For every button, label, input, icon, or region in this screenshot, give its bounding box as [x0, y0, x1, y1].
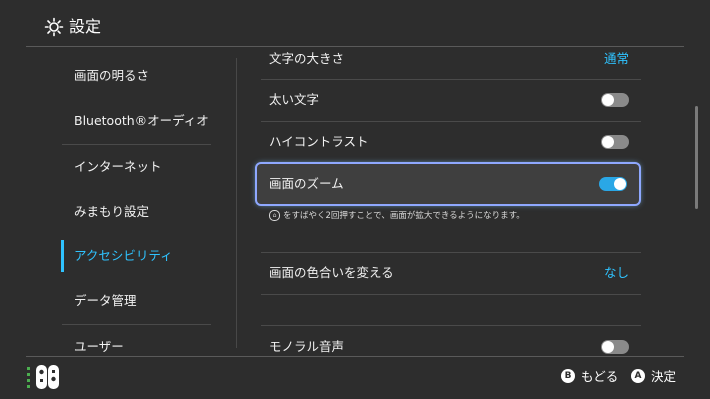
joy-con-controller-icon [27, 365, 59, 389]
sidebar-item-bluetooth-audio[interactable]: Bluetooth®オーディオ [74, 99, 214, 143]
sidebar-item-parental-controls[interactable]: みまもり設定 [74, 190, 214, 234]
sidebar-item-brightness[interactable]: 画面の明るさ [74, 54, 214, 98]
zoom-row[interactable]: 画面のズーム [257, 164, 639, 204]
color-filter-label: 画面の色合いを変える [269, 265, 394, 280]
scrollbar[interactable] [695, 106, 698, 209]
color-filter-value: なし [603, 265, 629, 280]
toggle-knob [602, 94, 614, 106]
zoom-hint-text: をすばやく2回押すことで、画面が拡大できるようになります。 [283, 211, 525, 221]
zoom-label: 画面のズーム [269, 176, 344, 191]
home-button-icon: ⌂ [269, 210, 280, 221]
mono-audio-label: モノラル音声 [269, 339, 345, 354]
color-filter-row[interactable]: 画面の色合いを変える なし [261, 253, 639, 293]
sidebar-item-data-management[interactable]: データ管理 [74, 279, 214, 323]
page-title: 設定 [69, 17, 102, 36]
gear-icon [44, 17, 64, 37]
bold-text-toggle[interactable] [601, 93, 629, 107]
bold-text-label: 太い文字 [269, 92, 320, 107]
row-divider [261, 325, 641, 326]
a-button-icon: A [631, 369, 645, 383]
b-button-icon: B [561, 369, 575, 383]
high-contrast-row[interactable]: ハイコントラスト [261, 122, 639, 162]
settings-list: 文字の大きさ 通常 太い文字 ハイコントラスト 画面のズーム ⌂ をすばやく2回押… [237, 47, 687, 356]
mono-audio-toggle[interactable] [601, 340, 629, 354]
high-contrast-toggle[interactable] [601, 135, 629, 149]
toggle-knob [602, 341, 614, 353]
toggle-knob [602, 136, 614, 148]
header: 設定 [0, 0, 710, 46]
confirm-button[interactable]: A 決定 [631, 369, 676, 385]
font-size-label: 文字の大きさ [269, 51, 345, 66]
high-contrast-label: ハイコントラスト [269, 134, 369, 149]
back-label: もどる [581, 369, 619, 384]
confirm-label: 決定 [651, 369, 677, 384]
sidebar-item-users[interactable]: ユーザー [74, 325, 214, 356]
row-divider [261, 294, 641, 295]
sidebar-active-indicator [61, 240, 64, 272]
toggle-knob [614, 178, 626, 190]
bold-text-row[interactable]: 太い文字 [261, 80, 639, 120]
zoom-hint: ⌂ をすばやく2回押すことで、画面が拡大できるようになります。 [269, 210, 525, 222]
sidebar-item-internet[interactable]: インターネット [74, 145, 214, 189]
footer-divider [26, 356, 684, 357]
zoom-toggle[interactable] [599, 177, 627, 191]
back-button[interactable]: B もどる [561, 369, 618, 385]
font-size-value: 通常 [603, 51, 629, 66]
sidebar-item-accessibility[interactable]: アクセシビリティ [74, 234, 214, 278]
sidebar: 画面の明るさ Bluetooth®オーディオ インターネット みまもり設定 アク… [0, 47, 236, 356]
font-size-row[interactable]: 文字の大きさ 通常 [261, 47, 639, 79]
mono-audio-row[interactable]: モノラル音声 [261, 327, 639, 356]
